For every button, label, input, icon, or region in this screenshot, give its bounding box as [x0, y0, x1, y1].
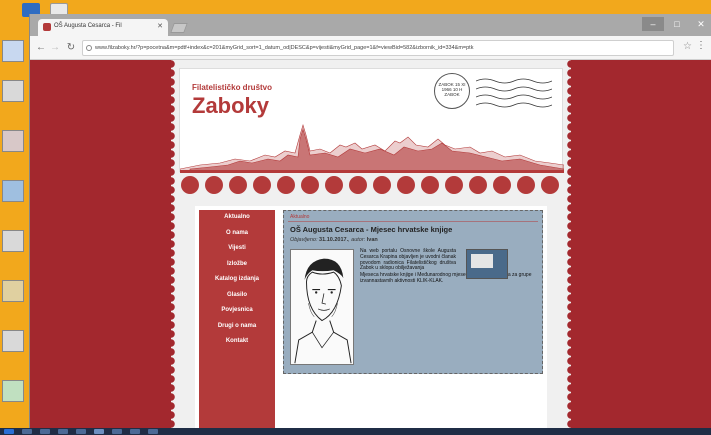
- meta-mid: , autor:: [348, 237, 367, 243]
- new-tab-button[interactable]: [170, 23, 188, 33]
- stamp-perforation-right: [567, 60, 575, 428]
- browser-toolbar: ← → ↻ www.filzaboky.hr/?p=pocetna&m=pdtf…: [30, 36, 711, 60]
- favicon-icon: [43, 23, 51, 31]
- taskbar-app-icon[interactable]: [76, 429, 86, 434]
- portrait-sketch: [294, 258, 352, 364]
- page-info-icon[interactable]: [86, 45, 92, 51]
- back-icon[interactable]: ←: [34, 41, 48, 55]
- author-portrait-image[interactable]: [290, 249, 354, 365]
- nav-item-vijesti[interactable]: Vijesti: [199, 241, 275, 257]
- nav-item-drugi-o-nama[interactable]: Drugi o nama: [199, 319, 275, 335]
- site-header: Filatelističko društvo Zaboky ZABOK 15 X…: [179, 68, 564, 173]
- article-panel: Aktualno OŠ Augusta Cesarca - Mjesec hrv…: [283, 210, 543, 374]
- desktop-shortcut-icon[interactable]: [2, 230, 24, 252]
- desktop-shortcut-icon[interactable]: [2, 40, 24, 62]
- desktop-icons: [0, 20, 28, 420]
- article-meta: Objavljeno: 31.10.2017., autor: Ivan: [290, 237, 378, 243]
- nav-item-povjesnica[interactable]: Povjesnica: [199, 303, 275, 319]
- main-navigation: Aktualno O nama Vijesti Izložbe Katalog …: [199, 210, 275, 428]
- stamp-perforation-left: [167, 60, 175, 428]
- desktop-shortcut-icon[interactable]: [2, 280, 24, 302]
- article-text-body: Mjeseca hrvatske knjige i Međunarodnog m…: [360, 272, 532, 284]
- forward-icon[interactable]: →: [48, 41, 62, 55]
- taskbar-app-icon[interactable]: [58, 429, 68, 434]
- meta-prefix: Objavljeno:: [290, 237, 320, 243]
- site-container: Filatelističko društvo Zaboky ZABOK 15 X…: [167, 60, 575, 428]
- nav-item-o-nama[interactable]: O nama: [199, 226, 275, 242]
- desktop-shortcut-icon[interactable]: [2, 80, 24, 102]
- article-text-intro: Na web portalu Osnovne škole Augusta Ces…: [360, 248, 456, 272]
- reload-icon[interactable]: ↻: [64, 41, 78, 55]
- thumbnail-screenshot: [471, 254, 493, 268]
- address-bar[interactable]: www.filzaboky.hr/?p=pocetna&m=pdtf+index…: [82, 40, 674, 56]
- browser-tab[interactable]: OŠ Augusta Cesarca - Fil ✕: [38, 19, 168, 36]
- desktop-shortcut-icon[interactable]: [2, 130, 24, 152]
- close-window-button[interactable]: ✕: [690, 17, 711, 31]
- tab-title: OŠ Augusta Cesarca - Fil: [54, 23, 122, 29]
- nav-item-izlozbe[interactable]: Izložbe: [199, 257, 275, 273]
- postmark-wavy-lines: [476, 78, 552, 108]
- taskbar-app-icon[interactable]: [130, 429, 140, 434]
- bookmark-star-icon[interactable]: ☆: [683, 41, 692, 52]
- taskbar-app-icon[interactable]: [22, 429, 32, 434]
- nav-item-katalog-izdanja[interactable]: Katalog izdanja: [199, 272, 275, 288]
- brand-subtitle: Filatelističko društvo: [192, 83, 273, 92]
- taskbar-app-icon[interactable]: [112, 429, 122, 434]
- perforation-dots-row: [171, 176, 571, 198]
- nav-item-kontakt[interactable]: Kontakt: [199, 334, 275, 350]
- postmark-stamp: ZABOK 15 XI 1966 10 H ZABOK: [434, 73, 470, 109]
- nav-item-glasilo[interactable]: Glasilo: [199, 288, 275, 304]
- close-tab-icon[interactable]: ✕: [157, 22, 163, 30]
- divider: [288, 221, 538, 222]
- desktop-shortcut-icon[interactable]: [2, 180, 24, 202]
- nav-item-aktualno[interactable]: Aktualno: [199, 210, 275, 226]
- browser-menu-icon[interactable]: ⋮: [696, 40, 706, 51]
- page-viewport: Filatelističko društvo Zaboky ZABOK 15 X…: [30, 60, 711, 428]
- taskbar-app-icon[interactable]: [148, 429, 158, 434]
- url-text: www.filzaboky.hr/?p=pocetna&m=pdtf+index…: [95, 45, 474, 51]
- taskbar-browser-icon[interactable]: [94, 429, 104, 434]
- tab-strip: OŠ Augusta Cesarca - Fil ✕ – □ ✕: [30, 14, 711, 36]
- article-date: 31.10.2017.: [319, 237, 349, 243]
- article-author: Ivan: [366, 237, 378, 243]
- content-area: Aktualno O nama Vijesti Izložbe Katalog …: [195, 206, 547, 428]
- desktop-shortcut-icon[interactable]: [2, 330, 24, 352]
- desktop-shortcut-icon[interactable]: [2, 380, 24, 402]
- breadcrumb[interactable]: Aktualno: [290, 214, 309, 220]
- taskbar-app-icon[interactable]: [40, 429, 50, 434]
- minimize-button[interactable]: –: [642, 17, 664, 31]
- article-title: OŠ Augusta Cesarca - Mjesec hrvatske knj…: [290, 225, 453, 234]
- browser-window: OŠ Augusta Cesarca - Fil ✕ – □ ✕ ← → ↻ w…: [29, 14, 711, 428]
- article-thumbnail-image[interactable]: [466, 249, 508, 279]
- town-skyline-illustration: [180, 123, 564, 173]
- windows-taskbar: [0, 428, 711, 435]
- start-button[interactable]: [4, 429, 14, 434]
- maximize-button[interactable]: □: [666, 17, 688, 31]
